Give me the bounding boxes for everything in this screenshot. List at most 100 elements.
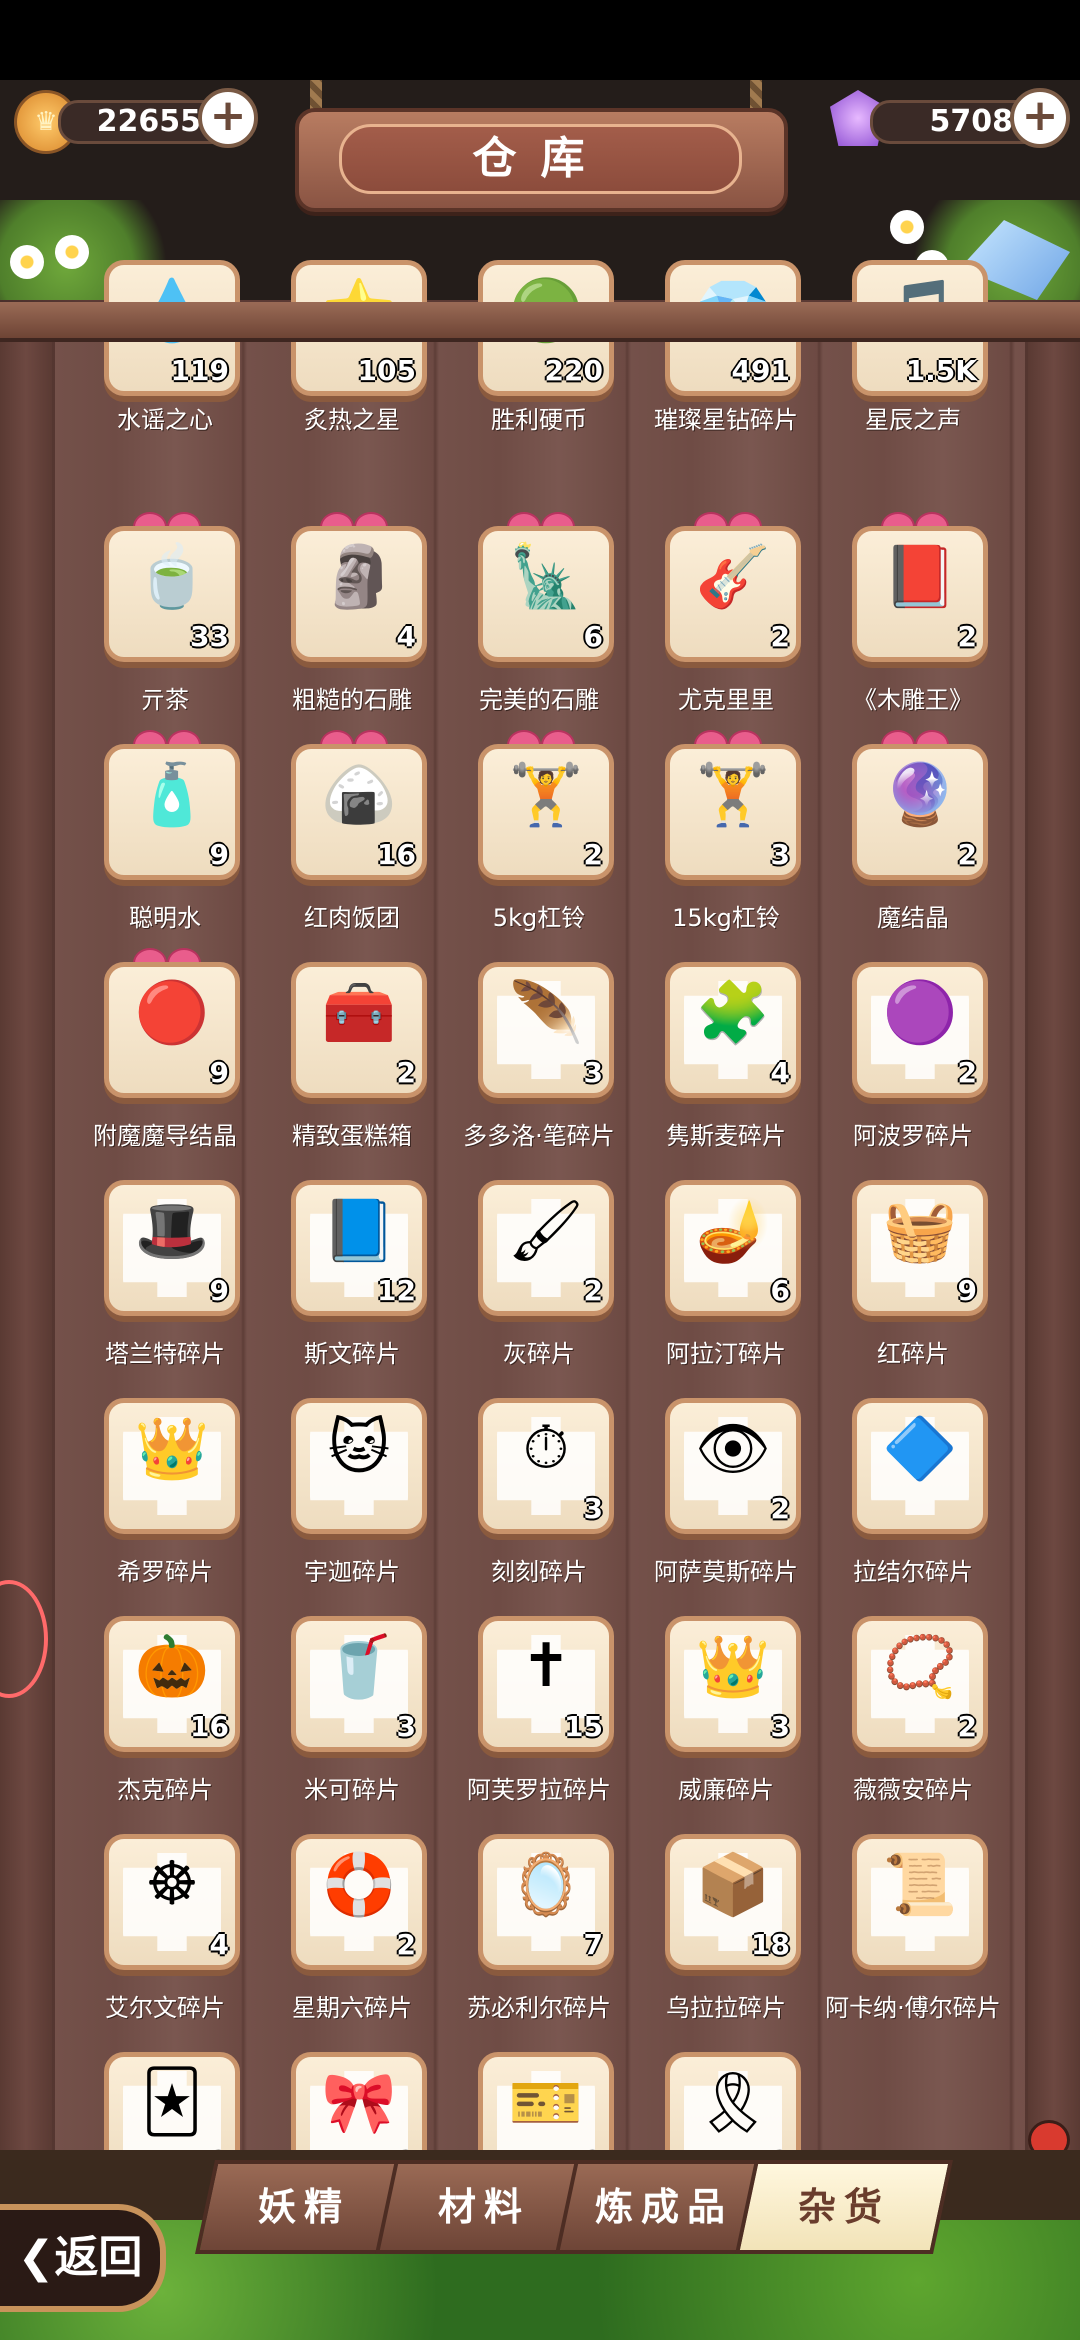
item-card[interactable]: 🪶 3 bbox=[478, 962, 614, 1098]
item-card[interactable]: 👁 2 bbox=[665, 1398, 801, 1534]
warehouse-screen: { "header": { "title": "仓库", "coins": "2… bbox=[0, 0, 1080, 2340]
inventory-item[interactable]: 🧴 9 聪明水 bbox=[55, 726, 241, 944]
item-count: 16 bbox=[377, 838, 416, 871]
add-gems-button[interactable]: + bbox=[1010, 88, 1070, 148]
inventory-item[interactable]: 🥤 3 米可碎片 bbox=[242, 1598, 428, 1816]
item-card[interactable]: 🪔 6 bbox=[665, 1180, 801, 1316]
inventory-item[interactable]: 📜 阿卡纳·傅尔碎片 bbox=[803, 1816, 1001, 2034]
item-count: 1.5K bbox=[905, 354, 977, 387]
item-count: 9 bbox=[209, 838, 229, 871]
inventory-item[interactable]: 👑 希罗碎片 bbox=[55, 1380, 241, 1598]
inventory-item[interactable]: 🏋 3 15kg杠铃 bbox=[616, 726, 802, 944]
item-card[interactable]: ✝ 15 bbox=[478, 1616, 614, 1752]
inventory-item[interactable]: 📿 2 薇薇安碎片 bbox=[803, 1598, 989, 1816]
item-card[interactable]: 🖌 2 bbox=[478, 1180, 614, 1316]
item-card[interactable]: 📦 18 bbox=[665, 1834, 801, 1970]
inventory-item[interactable]: 🟣 2 阿波罗碎片 bbox=[803, 944, 989, 1162]
item-name: 阿波罗碎片 bbox=[853, 1122, 973, 1150]
item-card[interactable]: 👑 bbox=[104, 1398, 240, 1534]
inventory-item[interactable]: 🪶 3 多多洛·笔碎片 bbox=[429, 944, 615, 1162]
item-card[interactable]: 🥤 3 bbox=[291, 1616, 427, 1752]
tab-label: 炼成品 bbox=[594, 2185, 733, 2229]
inventory-item[interactable]: 🔴 9 附魔魔导结晶 bbox=[55, 944, 241, 1162]
back-button[interactable]: ❮返回 bbox=[0, 2204, 166, 2312]
puzzle-watch-icon: ⏱ bbox=[522, 1413, 570, 1483]
item-card[interactable]: 🧩 4 bbox=[665, 962, 801, 1098]
inventory-item[interactable]: 🧺 9 红碎片 bbox=[803, 1162, 989, 1380]
item-card[interactable]: 🏋 2 bbox=[478, 744, 614, 880]
item-card[interactable]: 🟣 2 bbox=[852, 962, 988, 1098]
item-count: 3 bbox=[583, 1056, 603, 1089]
puzzle-ticket-icon: 🎫 bbox=[508, 2068, 584, 2138]
inventory-item[interactable]: 🛟 2 星期六碎片 bbox=[242, 1816, 428, 2034]
shelf-post-left bbox=[0, 330, 52, 2160]
inventory-item[interactable]: 🗿 4 粗糙的石雕 bbox=[242, 508, 428, 726]
item-count: 2 bbox=[396, 1928, 416, 1961]
inventory-item[interactable]: 🧩 4 隽斯麦碎片 bbox=[616, 944, 802, 1162]
item-count: 18 bbox=[751, 1928, 790, 1961]
item-card[interactable]: 🎩 9 bbox=[104, 1180, 240, 1316]
inventory-item[interactable]: 🎩 9 塔兰特碎片 bbox=[55, 1162, 241, 1380]
item-count: 2 bbox=[957, 620, 977, 653]
inventory-item[interactable]: 🐱 宇迦碎片 bbox=[242, 1380, 428, 1598]
inventory-item[interactable]: 📘 12 斯文碎片 bbox=[242, 1162, 428, 1380]
tab-3[interactable]: 杂货 bbox=[735, 2160, 953, 2254]
inventory-item[interactable]: 🎃 16 杰克碎片 bbox=[55, 1598, 241, 1816]
puzzle-wheel-icon: ☸ bbox=[145, 1849, 199, 1919]
item-card[interactable]: ☸ 4 bbox=[104, 1834, 240, 1970]
tab-label: 材料 bbox=[437, 2185, 530, 2229]
inventory-item[interactable]: 📦 18 乌拉拉碎片 bbox=[616, 1816, 802, 2034]
item-card[interactable]: 🔮 2 bbox=[852, 744, 988, 880]
item-card[interactable]: 🍵 33 bbox=[104, 526, 240, 662]
item-count: 2 bbox=[957, 838, 977, 871]
inventory-item[interactable]: 🪔 6 阿拉汀碎片 bbox=[616, 1162, 802, 1380]
item-card[interactable]: 🛟 2 bbox=[291, 1834, 427, 1970]
item-card[interactable]: 🔴 9 bbox=[104, 962, 240, 1098]
rice-ball-icon: 🍙 bbox=[321, 760, 397, 830]
inventory-item[interactable]: 🖌 2 灰碎片 bbox=[429, 1162, 615, 1380]
item-card[interactable]: 🪞 7 bbox=[478, 1834, 614, 1970]
item-count: 16 bbox=[190, 1710, 229, 1743]
item-card[interactable]: 🏋 3 bbox=[665, 744, 801, 880]
item-card[interactable]: 📜 bbox=[852, 1834, 988, 1970]
item-card[interactable]: 👑 3 bbox=[665, 1616, 801, 1752]
item-card[interactable]: 🧺 9 bbox=[852, 1180, 988, 1316]
inventory-item[interactable]: 🍙 16 红肉饭团 bbox=[242, 726, 428, 944]
item-name: 魔结晶 bbox=[877, 904, 949, 932]
item-card[interactable]: 🍙 16 bbox=[291, 744, 427, 880]
item-card[interactable]: 📘 12 bbox=[291, 1180, 427, 1316]
inventory-item[interactable]: 🗽 6 完美的石雕 bbox=[429, 508, 615, 726]
inventory-item[interactable]: 🏋 2 5kg杠铃 bbox=[429, 726, 615, 944]
inventory-item[interactable]: ✝ 15 阿芙罗拉碎片 bbox=[429, 1598, 615, 1816]
inventory-item[interactable]: 🔷 拉结尔碎片 bbox=[803, 1380, 989, 1598]
item-card[interactable]: 🧴 9 bbox=[104, 744, 240, 880]
item-card[interactable]: 🎃 16 bbox=[104, 1616, 240, 1752]
inventory-item[interactable]: ☸ 4 艾尔文碎片 bbox=[55, 1816, 241, 2034]
inventory-item[interactable]: 🧰 2 精致蛋糕箱 bbox=[242, 944, 428, 1162]
flower-icon bbox=[55, 235, 89, 269]
item-card[interactable]: 🐱 bbox=[291, 1398, 427, 1534]
item-card[interactable]: 🎸 2 bbox=[665, 526, 801, 662]
item-count: 220 bbox=[544, 354, 603, 387]
item-card[interactable]: 🗿 4 bbox=[291, 526, 427, 662]
inventory-item[interactable]: 🔮 2 魔结晶 bbox=[803, 726, 989, 944]
item-card[interactable]: 🧰 2 bbox=[291, 962, 427, 1098]
item-card[interactable]: 📿 2 bbox=[852, 1616, 988, 1752]
inventory-item[interactable]: 👑 3 威廉碎片 bbox=[616, 1598, 802, 1816]
inventory-item[interactable]: 🍵 33 亓茶 bbox=[55, 508, 241, 726]
item-count: 2 bbox=[770, 1492, 790, 1525]
inventory-item[interactable]: ⏱ 3 刻刻碎片 bbox=[429, 1380, 615, 1598]
item-card[interactable]: ⏱ 3 bbox=[478, 1398, 614, 1534]
inventory-item[interactable]: 📕 2 《木雕王》 bbox=[803, 508, 989, 726]
puzzle-crown-icon: 👑 bbox=[695, 1632, 771, 1702]
puzzle-scroll-icon: 📜 bbox=[882, 1850, 958, 1920]
item-card[interactable]: 📕 2 bbox=[852, 526, 988, 662]
inventory-item[interactable]: 🎸 2 尤克里里 bbox=[616, 508, 802, 726]
puzzle-crown-icon: 👑 bbox=[134, 1414, 210, 1484]
item-card[interactable]: 🔷 bbox=[852, 1398, 988, 1534]
inventory-item[interactable]: 👁 2 阿萨莫斯碎片 bbox=[616, 1380, 802, 1598]
puzzle-pumpkin-icon: 🎃 bbox=[134, 1632, 210, 1702]
add-coins-button[interactable]: + bbox=[198, 88, 258, 148]
inventory-item[interactable]: 🪞 7 苏必利尔碎片 bbox=[429, 1816, 615, 2034]
item-card[interactable]: 🗽 6 bbox=[478, 526, 614, 662]
